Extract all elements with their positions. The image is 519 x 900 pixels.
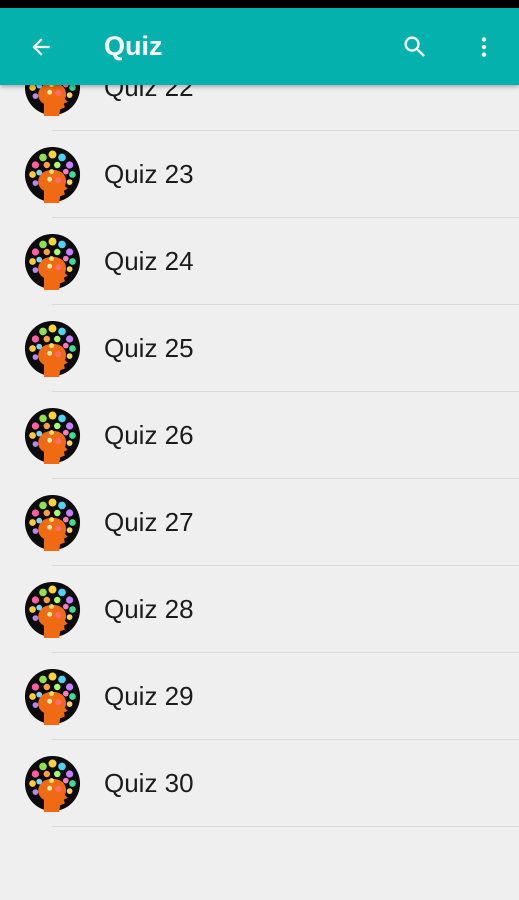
brain-head-icon [24, 320, 81, 377]
brain-head-icon [24, 146, 81, 203]
brain-head-icon [24, 581, 81, 638]
list-item-label: Quiz 23 [104, 159, 194, 189]
list-item-label: Quiz 28 [104, 594, 194, 624]
brain-head-icon [24, 494, 81, 551]
list-item[interactable]: Quiz 28 [0, 566, 519, 653]
search-icon [401, 33, 429, 61]
list-item[interactable]: Quiz 30 [0, 740, 519, 827]
app-bar: Quiz [0, 8, 519, 85]
brain-head-icon [24, 407, 81, 464]
divider [52, 826, 519, 827]
brain-head-icon [24, 755, 81, 812]
list-item[interactable]: Quiz 27 [0, 479, 519, 566]
list-item[interactable]: Quiz 24 [0, 218, 519, 305]
list-item-label: Quiz 26 [104, 420, 194, 450]
list-item-label: Quiz 30 [104, 768, 194, 798]
list-item[interactable]: Quiz 26 [0, 392, 519, 479]
list-item-label: Quiz 24 [104, 246, 194, 276]
list-item-label: Quiz 25 [104, 333, 194, 363]
brain-head-icon [24, 668, 81, 725]
list-item[interactable]: Quiz 25 [0, 305, 519, 392]
search-button[interactable] [390, 8, 440, 85]
list-item[interactable]: Quiz 29 [0, 653, 519, 740]
list-item[interactable]: Quiz 23 [0, 131, 519, 218]
arrow-back-icon [28, 34, 54, 60]
back-button[interactable] [16, 8, 66, 85]
brain-head-icon [24, 233, 81, 290]
more-options-button[interactable] [459, 8, 509, 85]
list-item-label: Quiz 29 [104, 681, 194, 711]
page-title: Quiz [104, 31, 163, 61]
list-item-label: Quiz 27 [104, 507, 194, 537]
quiz-list[interactable]: Quiz 22 Quiz 23 Quiz 24 Quiz 25 Quiz 26 … [0, 0, 519, 900]
more-vert-icon [471, 34, 497, 60]
